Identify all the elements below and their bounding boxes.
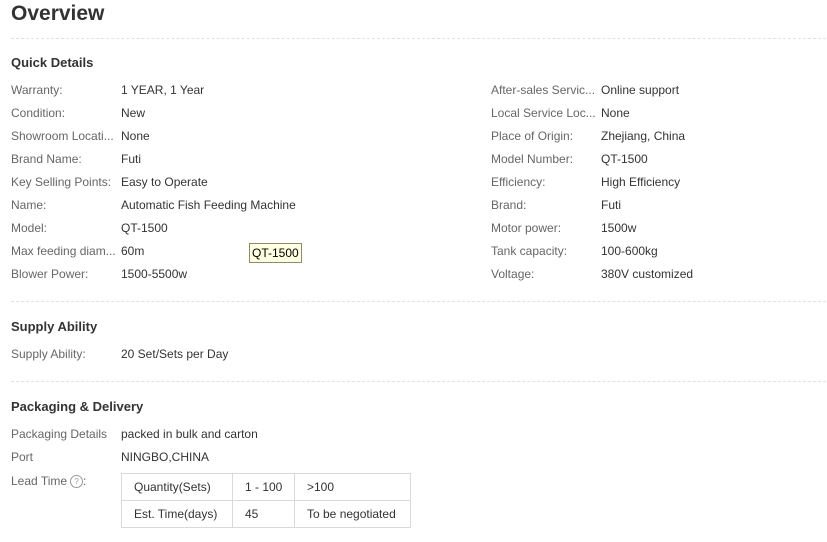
detail-value: 380V customized bbox=[601, 267, 694, 281]
detail-row-brand: Brand: Futi bbox=[491, 197, 821, 213]
detail-row-lead-time: Lead Time?: bbox=[11, 473, 121, 489]
detail-label: Model Number: bbox=[491, 152, 574, 166]
detail-label: Voltage: bbox=[491, 267, 535, 281]
detail-value: NINGBO,CHINA bbox=[121, 450, 210, 464]
table-cell: Quantity(Sets) bbox=[121, 473, 233, 501]
divider bbox=[11, 381, 826, 382]
detail-row-place-of-origin: Place of Origin: Zhejiang, China bbox=[491, 128, 821, 144]
detail-label: Packaging Details bbox=[11, 427, 108, 441]
lead-time-table: Quantity(Sets) 1 - 100 >100 Est. Time(da… bbox=[121, 473, 411, 528]
divider bbox=[11, 301, 826, 302]
detail-row-port: Port NINGBO,CHINA bbox=[11, 449, 481, 465]
detail-label: Lead Time?: bbox=[11, 473, 119, 489]
detail-value: None bbox=[601, 106, 630, 120]
detail-label: Supply Ability: bbox=[11, 347, 86, 361]
detail-label: Brand: bbox=[491, 198, 527, 212]
table-cell: 1 - 100 bbox=[232, 473, 295, 501]
table-cell: To be negotiated bbox=[294, 500, 411, 528]
packaging-delivery-title: Packaging & Delivery bbox=[11, 399, 144, 414]
detail-row-showroom-location: Showroom Locati... None bbox=[11, 128, 481, 144]
detail-label: Motor power: bbox=[491, 221, 562, 235]
page-title: Overview bbox=[11, 2, 105, 25]
quick-details-title: Quick Details bbox=[11, 55, 94, 70]
detail-value: Online support bbox=[601, 83, 680, 97]
detail-row-after-sales-service: After-sales Servic... Online support bbox=[491, 82, 821, 98]
detail-row-voltage: Voltage: 380V customized bbox=[491, 266, 821, 282]
detail-value: Futi bbox=[121, 152, 142, 166]
detail-value: New bbox=[121, 106, 146, 120]
detail-row-packaging-details: Packaging Details packed in bulk and car… bbox=[11, 426, 481, 442]
detail-label: Name: bbox=[11, 198, 47, 212]
detail-row-efficiency: Efficiency: High Efficiency bbox=[491, 174, 821, 190]
table-row: Quantity(Sets) 1 - 100 >100 bbox=[121, 473, 411, 501]
divider bbox=[11, 38, 826, 39]
detail-label: Showroom Locati... bbox=[11, 129, 114, 143]
detail-label: Place of Origin: bbox=[491, 129, 574, 143]
detail-value: 20 Set/Sets per Day bbox=[121, 347, 229, 361]
detail-row-warranty: Warranty: 1 YEAR, 1 Year bbox=[11, 82, 481, 98]
detail-label: Key Selling Points: bbox=[11, 175, 112, 189]
detail-value: 100-600kg bbox=[601, 244, 658, 258]
detail-row-model-number: Model Number: QT-1500 bbox=[491, 151, 821, 167]
detail-label: Max feeding diam... bbox=[11, 244, 116, 258]
table-cell: Est. Time(days) bbox=[121, 500, 233, 528]
detail-value: packed in bulk and carton bbox=[121, 427, 258, 441]
detail-label: Warranty: bbox=[11, 83, 63, 97]
detail-row-supply-ability: Supply Ability: 20 Set/Sets per Day bbox=[11, 346, 481, 362]
detail-label: Brand Name: bbox=[11, 152, 82, 166]
detail-value: None bbox=[121, 129, 150, 143]
detail-label: Port bbox=[11, 450, 34, 464]
table-cell: >100 bbox=[294, 473, 411, 501]
detail-value: 1500-5500w bbox=[121, 267, 188, 281]
lead-time-label: Lead Time bbox=[11, 474, 68, 488]
detail-row-model: Model: QT-1500 bbox=[11, 220, 481, 236]
detail-value: Automatic Fish Feeding Machine bbox=[121, 198, 296, 212]
lead-time-colon: : bbox=[83, 474, 87, 488]
detail-row-brand-name: Brand Name: Futi bbox=[11, 151, 481, 167]
detail-row-max-feeding-diameter: Max feeding diam... 60m bbox=[11, 243, 241, 259]
detail-label: Efficiency: bbox=[491, 175, 546, 189]
detail-row-condition: Condition: New bbox=[11, 105, 481, 121]
table-cell: 45 bbox=[232, 500, 295, 528]
detail-label: Model: bbox=[11, 221, 48, 235]
detail-value: Zhejiang, China bbox=[601, 129, 686, 143]
detail-label: Tank capacity: bbox=[491, 244, 568, 258]
detail-value: 1 YEAR, 1 Year bbox=[121, 83, 205, 97]
detail-value: Easy to Operate bbox=[121, 175, 208, 189]
detail-row-name: Name: Automatic Fish Feeding Machine bbox=[11, 197, 481, 213]
detail-label: After-sales Servic... bbox=[491, 83, 596, 97]
detail-row-local-service-location: Local Service Loc... None bbox=[491, 105, 821, 121]
detail-label: Blower Power: bbox=[11, 267, 89, 281]
detail-row-blower-power: Blower Power: 1500-5500w bbox=[11, 266, 481, 282]
supply-ability-title: Supply Ability bbox=[11, 319, 98, 334]
question-icon[interactable]: ? bbox=[70, 475, 84, 489]
detail-label: Local Service Loc... bbox=[491, 106, 596, 120]
detail-value: QT-1500 bbox=[601, 152, 648, 166]
detail-value: QT-1500 bbox=[121, 221, 168, 235]
detail-row-motor-power: Motor power: 1500w bbox=[491, 220, 821, 236]
detail-row-key-selling-points: Key Selling Points: Easy to Operate bbox=[11, 174, 481, 190]
detail-value: 1500w bbox=[601, 221, 637, 235]
tooltip: QT-1500 bbox=[249, 243, 302, 263]
detail-row-tank-capacity: Tank capacity: 100-600kg bbox=[491, 243, 821, 259]
detail-value: High Efficiency bbox=[601, 175, 681, 189]
detail-label: Condition: bbox=[11, 106, 66, 120]
detail-value: 60m bbox=[121, 244, 145, 258]
table-row: Est. Time(days) 45 To be negotiated bbox=[121, 500, 411, 528]
detail-value: Futi bbox=[601, 198, 622, 212]
